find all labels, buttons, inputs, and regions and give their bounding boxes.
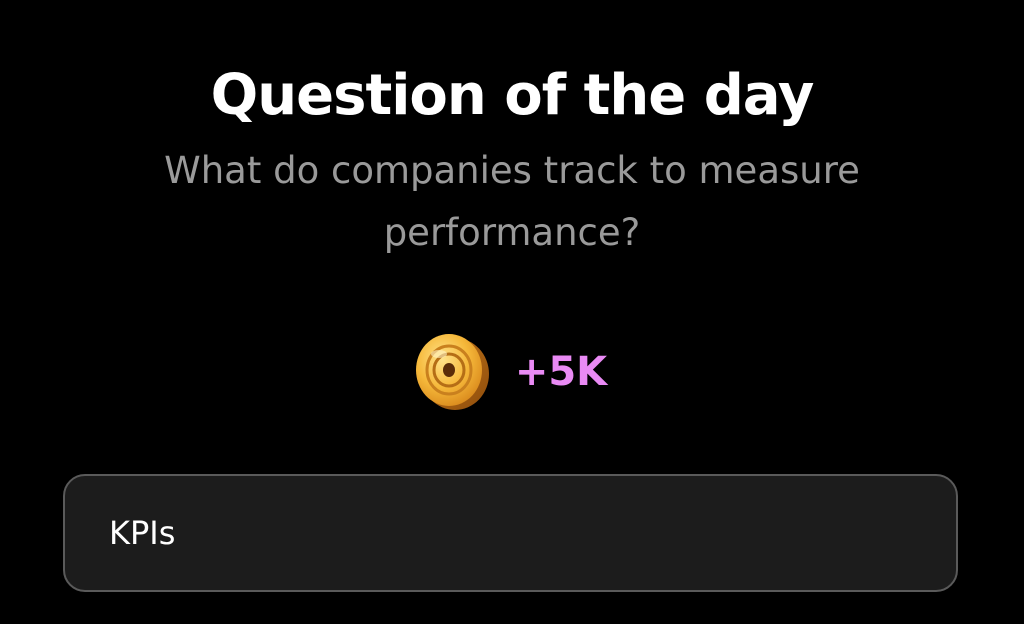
question-text: What do companies track to measure perfo… <box>164 149 860 254</box>
reward-badge: +5K <box>0 330 1024 414</box>
reward-amount: +5K <box>514 349 608 395</box>
question-of-the-day-screen: Question of the day What do companies tr… <box>0 0 1024 624</box>
answer-value: KPIs <box>109 514 176 552</box>
page-title: Question of the day <box>210 63 815 128</box>
answer-field[interactable]: KPIs <box>63 474 958 592</box>
coin-icon <box>415 334 489 410</box>
